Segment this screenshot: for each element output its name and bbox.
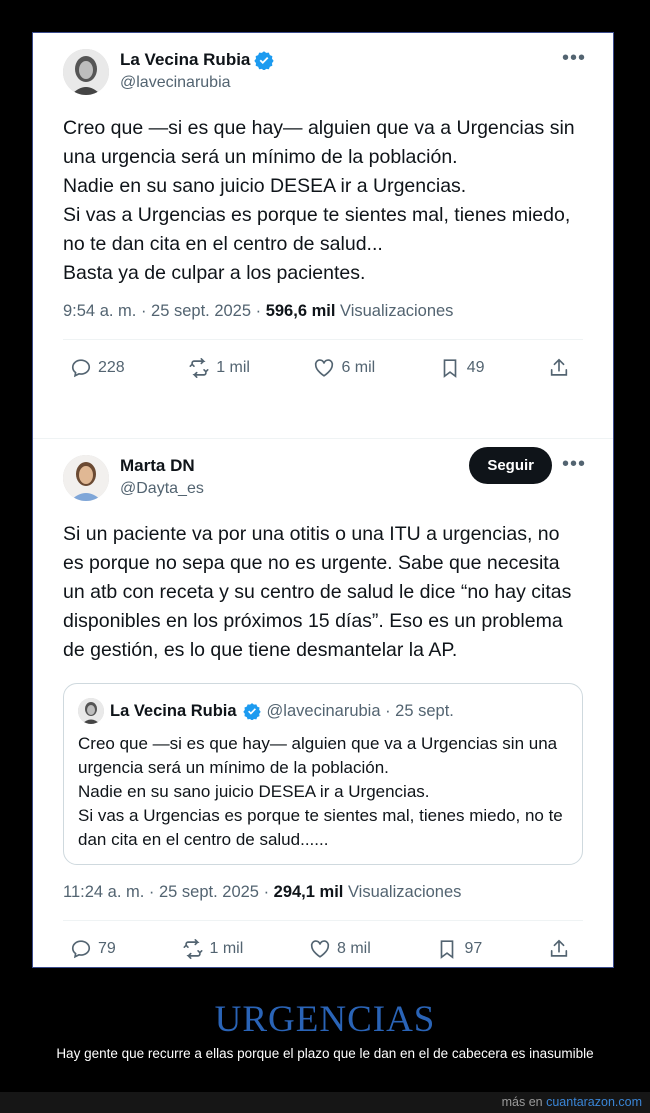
tweet-timestamp[interactable]: 9:54 a. m. · 25 sept. 2025 ·	[63, 302, 266, 320]
user-handle[interactable]: @Dayta_es	[120, 480, 204, 498]
quoted-tweet-header: La Vecina Rubia @lavecinarubia · 25 sept…	[78, 698, 568, 724]
views-label: Visualizaciones	[343, 883, 462, 901]
avatar[interactable]	[63, 455, 109, 501]
repost-icon	[182, 939, 203, 959]
action-bar: 79 1 mil 8 mil 97	[48, 921, 598, 967]
bookmark-count: 49	[466, 359, 485, 376]
repost-button[interactable]: 1 mil	[188, 357, 250, 379]
bookmark-icon	[443, 359, 457, 378]
share-button[interactable]	[548, 938, 570, 960]
caption-title: URGENCIAS	[214, 999, 436, 1040]
quoted-display-name: La Vecina Rubia	[110, 701, 237, 720]
reply-icon	[71, 940, 91, 959]
bookmark-button[interactable]: 49	[439, 357, 485, 379]
footer-credit: más en cuantarazon.com	[502, 1095, 642, 1109]
share-button[interactable]	[548, 357, 570, 379]
verified-badge-icon	[254, 51, 275, 70]
verified-badge-icon	[242, 703, 261, 720]
tweet-meta: 11:24 a. m. · 25 sept. 2025 · 294,1 mil …	[63, 883, 583, 902]
tweet-quote: Marta DN @Dayta_es Seguir ••• Si un paci…	[33, 439, 613, 967]
like-count: 8 mil	[336, 940, 371, 957]
caption-subtitle: Hay gente que recurre a ellas porque el …	[56, 1046, 594, 1061]
reply-icon	[71, 359, 91, 378]
action-bar: 228 1 mil 6 mil 49	[48, 340, 598, 396]
screenshot-frame: La Vecina Rubia @lavecinarubia ••• Creo …	[32, 32, 614, 968]
bookmark-button[interactable]: 97	[436, 938, 482, 960]
bookmark-icon	[441, 940, 454, 959]
footer-prefix: más en	[501, 1095, 547, 1109]
like-icon	[315, 359, 334, 377]
like-button[interactable]: 8 mil	[309, 938, 371, 960]
tweet-text: Creo que —si es que hay— alguien que va …	[63, 117, 575, 284]
tweet-header: Marta DN @Dayta_es Seguir •••	[48, 439, 598, 505]
views-label: Visualizaciones	[335, 302, 454, 320]
more-icon[interactable]: •••	[562, 454, 586, 474]
tweet-main: La Vecina Rubia @lavecinarubia ••• Creo …	[33, 33, 613, 438]
reply-count: 228	[98, 359, 125, 376]
bookmark-count: 97	[464, 940, 483, 957]
avatar-photo	[63, 455, 109, 501]
reply-button[interactable]: 79	[70, 938, 116, 960]
avatar[interactable]	[63, 49, 109, 95]
quoted-text: Creo que —si es que hay— alguien que va …	[78, 734, 563, 849]
user-handle[interactable]: @lavecinarubia	[120, 74, 231, 92]
share-icon	[550, 358, 568, 376]
view-count: 294,1 mil	[273, 883, 344, 901]
tweet-meta: 9:54 a. m. · 25 sept. 2025 · 596,6 mil V…	[63, 302, 583, 321]
tweet-header: La Vecina Rubia @lavecinarubia •••	[48, 33, 598, 99]
repost-count: 1 mil	[209, 940, 244, 957]
site-link[interactable]: cuantarazon.com	[546, 1095, 642, 1109]
repost-count: 1 mil	[216, 359, 250, 376]
view-count: 596,6 mil	[265, 302, 336, 320]
reply-count: 79	[98, 940, 116, 957]
like-count: 6 mil	[341, 359, 376, 376]
like-button[interactable]: 6 mil	[313, 357, 375, 379]
repost-icon	[189, 358, 209, 378]
name-row: La Vecina Rubia	[120, 50, 275, 70]
quoted-tweet[interactable]: La Vecina Rubia @lavecinarubia · 25 sept…	[63, 683, 583, 865]
quoted-handle-date: @lavecinarubia · 25 sept.	[266, 701, 454, 720]
repost-button[interactable]: 1 mil	[182, 938, 244, 960]
share-icon	[550, 939, 568, 957]
quoted-avatar	[78, 698, 104, 724]
name-row: Marta DN	[120, 456, 195, 476]
footer-bar: más en cuantarazon.com	[0, 1092, 650, 1113]
more-icon[interactable]: •••	[562, 48, 586, 68]
reply-button[interactable]: 228	[70, 357, 125, 379]
follow-button[interactable]: Seguir	[469, 447, 552, 484]
quoted-avatar-photo	[78, 698, 104, 724]
tweet-timestamp[interactable]: 11:24 a. m. · 25 sept. 2025 ·	[63, 883, 274, 901]
display-name[interactable]: Marta DN	[120, 456, 195, 476]
avatar-photo	[63, 49, 109, 95]
tweet-text: Si un paciente va por una otitis o una I…	[63, 523, 572, 661]
display-name[interactable]: La Vecina Rubia	[120, 50, 250, 70]
like-icon	[310, 940, 330, 958]
